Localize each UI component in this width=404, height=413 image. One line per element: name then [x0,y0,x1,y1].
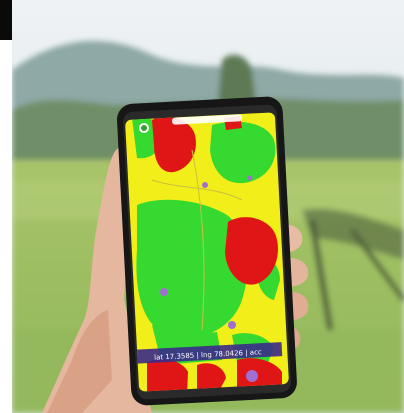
photo: lat 17.3585 | lng 78.0426 | acc [12,0,404,413]
photo-illustration: lat 17.3585 | lng 78.0426 | acc [12,0,404,413]
photo-frame: lat 17.3585 | lng 78.0426 | acc [0,0,404,413]
map-screen: lat 17.3585 | lng 78.0426 | acc [124,112,290,392]
